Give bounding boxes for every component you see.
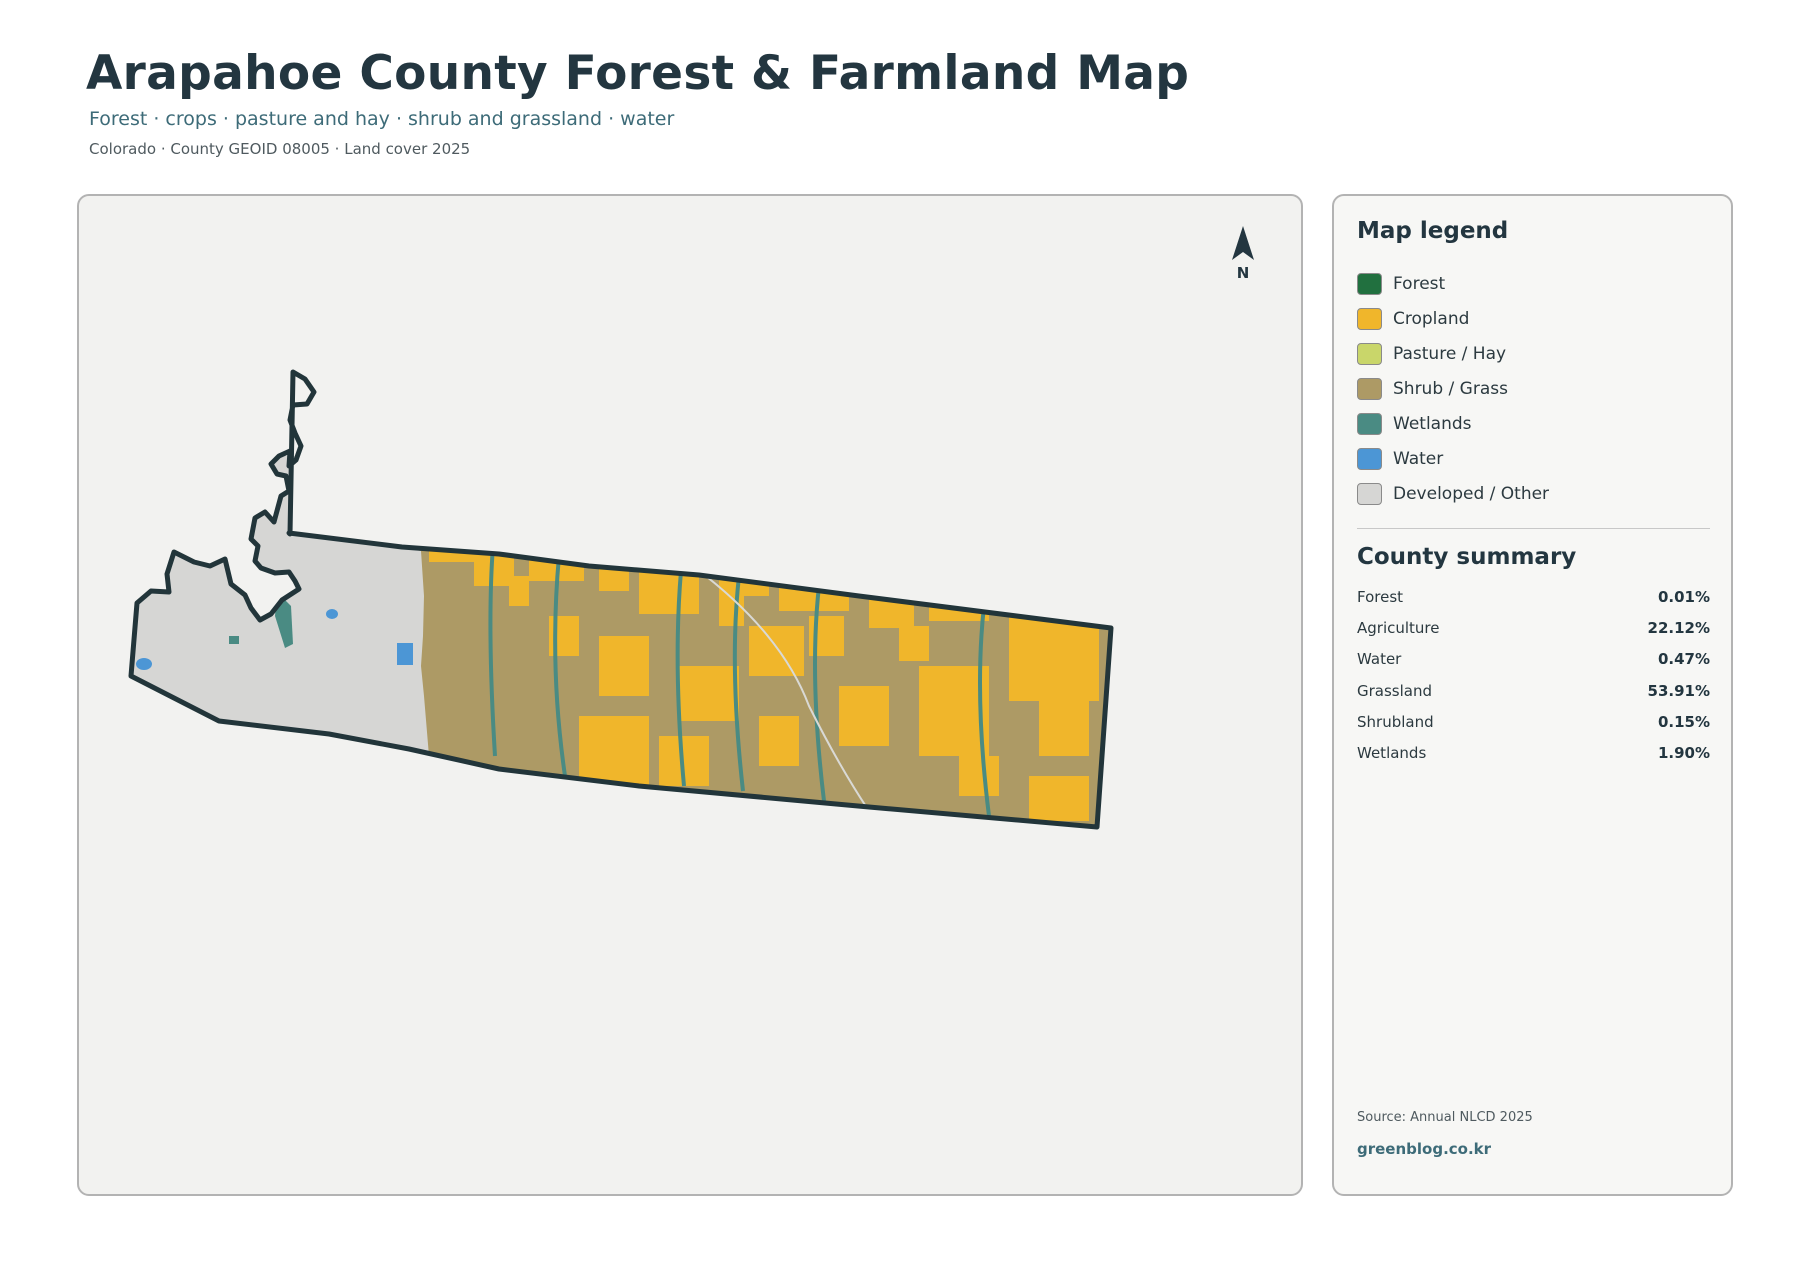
- summary-label: Agriculture: [1357, 618, 1440, 637]
- legend-item: Developed / Other: [1357, 476, 1549, 511]
- page-title: Arapahoe County Forest & Farmland Map: [86, 46, 1190, 101]
- panel-divider: [1357, 528, 1710, 529]
- summary-value: 22.12%: [1647, 618, 1710, 637]
- brand-link[interactable]: greenblog.co.kr: [1357, 1140, 1491, 1158]
- legend-swatch: [1357, 447, 1382, 470]
- summary-label: Forest: [1357, 587, 1404, 606]
- summary-value: 0.15%: [1657, 712, 1710, 731]
- north-arrow: N: [1223, 224, 1263, 282]
- summary-label: Wetlands: [1357, 744, 1427, 763]
- legend-swatch: [1357, 482, 1382, 505]
- summary-list: Forest 0.01% Agriculture 22.12% Water 0.47%…: [1357, 581, 1710, 769]
- legend-item: Forest: [1357, 266, 1549, 301]
- developed-area: [131, 456, 429, 756]
- legend-label: Shrub / Grass: [1393, 378, 1508, 399]
- map-panel[interactable]: N: [77, 194, 1303, 1196]
- legend-label: Pasture / Hay: [1393, 343, 1507, 364]
- legend-item: Wetlands: [1357, 406, 1549, 441]
- legend-item: Water: [1357, 441, 1549, 476]
- legend-label: Forest: [1393, 273, 1446, 294]
- north-label: N: [1236, 264, 1250, 282]
- legend-item: Shrub / Grass: [1357, 371, 1549, 406]
- legend-label: Wetlands: [1393, 413, 1472, 434]
- summary-value: 53.91%: [1647, 681, 1710, 700]
- summary-title: County summary: [1357, 544, 1577, 570]
- source-note: Source: Annual NLCD 2025: [1357, 1110, 1533, 1125]
- summary-row: Grassland 53.91%: [1357, 675, 1710, 706]
- legend-label: Developed / Other: [1393, 483, 1550, 504]
- legend-title: Map legend: [1357, 218, 1509, 244]
- side-panel: Map legend Forest Cropland Pasture / Hay…: [1332, 194, 1733, 1196]
- summary-row: Water 0.47%: [1357, 644, 1710, 675]
- legend-swatch: [1357, 272, 1382, 295]
- summary-value: 0.47%: [1657, 650, 1710, 669]
- legend-swatch: [1357, 342, 1382, 365]
- legend-label: Water: [1393, 448, 1444, 469]
- summary-label: Water: [1357, 650, 1402, 669]
- north-arrow-icon: [1232, 226, 1254, 260]
- legend-swatch: [1357, 412, 1382, 435]
- summary-row: Agriculture 22.12%: [1357, 612, 1710, 643]
- summary-row: Forest 0.01%: [1357, 581, 1710, 612]
- summary-value: 1.90%: [1657, 744, 1710, 763]
- legend-item: Pasture / Hay: [1357, 336, 1549, 371]
- legend-list: Forest Cropland Pasture / Hay Shrub / Gr…: [1357, 266, 1549, 511]
- summary-value: 0.01%: [1657, 587, 1710, 606]
- legend-label: Cropland: [1393, 308, 1470, 329]
- legend-swatch: [1357, 377, 1382, 400]
- summary-label: Grassland: [1357, 681, 1432, 700]
- summary-row: Wetlands 1.90%: [1357, 737, 1710, 768]
- summary-label: Shrubland: [1357, 712, 1434, 731]
- legend-item: Cropland: [1357, 301, 1549, 336]
- summary-row: Shrubland 0.15%: [1357, 706, 1710, 737]
- page-meta: Colorado · County GEOID 08005 · Land cov…: [89, 140, 471, 158]
- page-subtitle: Forest · crops · pasture and hay · shrub…: [89, 108, 675, 130]
- legend-swatch: [1357, 307, 1382, 330]
- county-map[interactable]: [79, 196, 1301, 1194]
